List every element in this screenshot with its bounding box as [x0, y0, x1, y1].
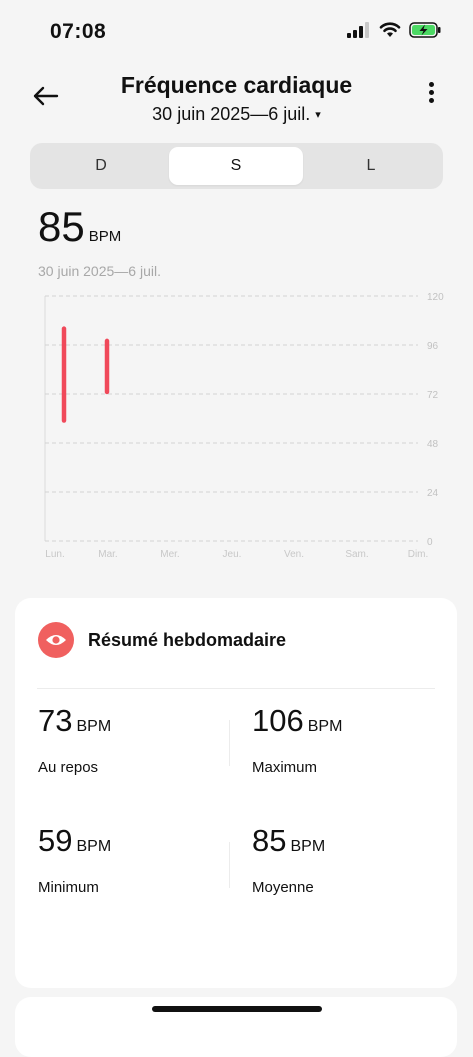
y-tick-label: 0 [427, 537, 433, 548]
weekly-summary-card: Résumé hebdomadaire 73 BPM Au repos 106 BP… [15, 598, 457, 988]
more-dot [428, 90, 434, 95]
stat-minimum: 59 BPM Minimum [38, 823, 228, 896]
average-number: 85 [38, 203, 85, 250]
stat-number: 106 [252, 703, 304, 738]
stat-maximum: 106 BPM Maximum [252, 703, 442, 776]
heart-rate-chart[interactable]: 0 24 48 72 96 120 Lun. Mar. Mer. Jeu. Ven. Sam. Dim. [0, 285, 473, 570]
more-vertical-icon [428, 82, 434, 87]
y-tick-label: 24 [427, 488, 439, 499]
date-range-selector[interactable]: 30 juin 2025—6 juil. ▾ [0, 104, 473, 125]
chart-date-range: 30 juin 2025—6 juil. [38, 263, 161, 279]
divider [37, 688, 435, 689]
stat-average-value: 85 BPM [252, 823, 442, 859]
page-title: Fréquence cardiaque [120, 72, 353, 98]
stat-label: Maximum [252, 759, 318, 776]
signal-icon [347, 22, 369, 38]
stat-number: 59 [38, 823, 73, 858]
stat-divider [229, 720, 230, 766]
stat-average: 85 BPM Moyenne [252, 823, 442, 896]
stat-number: 73 [38, 703, 73, 738]
eye-icon [46, 635, 66, 645]
stat-label: Moyenne [252, 879, 314, 896]
x-tick-label: Jeu. [223, 549, 242, 560]
average-unit: BPM [88, 228, 122, 245]
stat-label: Minimum [38, 879, 99, 896]
battery-charging-icon [409, 22, 441, 38]
y-tick-label: 96 [427, 341, 439, 352]
status-time: 07:08 [50, 20, 107, 43]
y-tick-label: 48 [427, 439, 439, 450]
caret-down-icon: ▾ [315, 109, 321, 121]
average-value: 85 BPM [38, 203, 121, 251]
header: Fréquence cardiaque 30 juin 2025—6 juil.… [0, 62, 473, 140]
x-tick-label: Dim. [408, 549, 429, 560]
tab-day[interactable]: D [34, 147, 168, 185]
stat-resting: 73 BPM Au repos [38, 703, 228, 776]
stat-unit: BPM [76, 838, 112, 855]
stat-label: Au repos [38, 759, 99, 776]
summary-icon-badge [38, 622, 74, 658]
date-range-label: 30 juin 2025—6 juil. [152, 104, 311, 124]
x-tick-label: Sam. [345, 549, 368, 560]
tab-week[interactable]: S [169, 147, 303, 185]
x-tick-label: Ven. [284, 549, 304, 560]
stat-divider [229, 842, 230, 888]
stat-unit: BPM [76, 718, 112, 735]
y-tick-label: 72 [427, 390, 439, 401]
tab-month[interactable]: L [304, 147, 438, 185]
period-segmented-control: D S L [30, 143, 443, 189]
stat-minimum-value: 59 BPM [38, 823, 228, 859]
stat-maximum-value: 106 BPM [252, 703, 442, 739]
stat-number: 85 [252, 823, 287, 858]
status-bar: 07:08 [0, 0, 473, 62]
x-tick-label: Mer. [160, 549, 179, 560]
status-icons [347, 22, 441, 38]
wifi-icon [379, 22, 401, 37]
home-indicator[interactable] [152, 1006, 322, 1012]
x-tick-label: Lun. [45, 549, 64, 560]
x-tick-label: Mar. [98, 549, 117, 560]
more-dot [428, 98, 434, 103]
summary-title: Résumé hebdomadaire [88, 630, 287, 650]
stat-unit: BPM [290, 838, 326, 855]
stat-unit: BPM [307, 718, 343, 735]
y-tick-label: 120 [427, 292, 444, 303]
stat-resting-value: 73 BPM [38, 703, 228, 739]
more-options-button[interactable] [425, 82, 437, 108]
